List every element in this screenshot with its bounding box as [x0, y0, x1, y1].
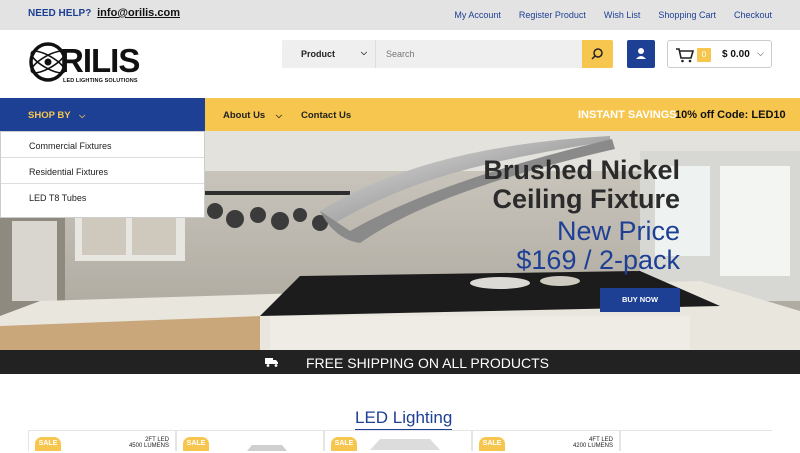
dropdown-item-commercial-fixtures[interactable]: Commercial Fixtures	[1, 132, 204, 158]
dropdown-item-residential-fixtures[interactable]: Residential Fixtures	[1, 158, 204, 184]
account-links: My Account Register Product Wish List Sh…	[454, 10, 772, 20]
search-input[interactable]	[386, 46, 576, 62]
hero-title-line-2: Ceiling Fixture	[492, 184, 680, 214]
top-bar: NEED HELP? info@orilis.com My Account Re…	[0, 0, 800, 30]
product-grid: SALE 2FT LED 4500 LUMENS SALE SALE SALE …	[28, 430, 772, 451]
hero-price-line-2: $169 / 2-pack	[516, 245, 680, 275]
shop-by-dropdown: Commercial Fixtures Residential Fixtures…	[0, 131, 205, 218]
product-image-label-line-2: 4500 LUMENS	[128, 443, 169, 449]
nav-about-us[interactable]: About Us ⌵	[223, 110, 282, 121]
product-card[interactable]: SALE	[324, 431, 472, 451]
sale-badge: SALE	[479, 437, 505, 451]
hero-title-line-1: Brushed Nickel	[483, 155, 680, 185]
instant-savings-label: INSTANT SAVINGS	[578, 109, 677, 121]
email-link[interactable]: info@orilis.com	[97, 7, 180, 19]
main-nav: SHOP BY ⌵ About Us ⌵ Contact Us INSTANT …	[0, 98, 800, 131]
hero-title: Brushed Nickel Ceiling Fixture	[380, 156, 680, 214]
product-card[interactable]: SALE 4FT LED 4200 LUMENS	[472, 431, 620, 451]
dropdown-item-led-t8-tubes[interactable]: LED T8 Tubes	[1, 184, 204, 210]
need-help: NEED HELP? info@orilis.com	[28, 7, 180, 19]
account-button[interactable]	[627, 40, 655, 68]
shopping-cart-link[interactable]: Shopping Cart	[658, 10, 716, 20]
product-image	[370, 439, 440, 450]
cart-count-badge: 0	[697, 48, 711, 62]
product-image-label-line-2: 4200 LUMENS	[572, 443, 613, 449]
section-title: LED Lighting	[355, 408, 453, 431]
logo-wordmark: RILIS	[60, 42, 140, 79]
product-image-label: 4FT LED 4200 LUMENS	[573, 437, 613, 449]
product-image	[247, 445, 287, 451]
need-help-label: NEED HELP?	[28, 8, 92, 19]
search-bar: Product ⌵	[282, 40, 613, 68]
product-image-label: 2FT LED 4500 LUMENS	[129, 437, 169, 449]
nav-contact-us[interactable]: Contact Us	[301, 110, 351, 121]
search-icon	[591, 48, 603, 60]
buy-now-button[interactable]: BUY NOW	[600, 288, 680, 312]
my-account-link[interactable]: My Account	[454, 10, 501, 20]
shipping-text: FREE SHIPPING ON ALL PRODUCTS	[306, 355, 549, 371]
nav-about-us-label: About Us	[223, 110, 266, 121]
wish-list-link[interactable]: Wish List	[604, 10, 641, 20]
search-category-value: Product	[301, 49, 336, 59]
shipping-banner: FREE SHIPPING ON ALL PRODUCTS	[0, 350, 800, 374]
chevron-down-icon: ⌵	[757, 48, 764, 58]
cart-total: $ 0.00	[722, 49, 750, 60]
sale-badge: SALE	[331, 437, 357, 451]
chevron-down-icon: ⌵	[79, 111, 86, 120]
sale-badge: SALE	[35, 437, 61, 451]
cart-icon	[676, 48, 695, 63]
truck-icon	[265, 358, 278, 367]
promo-code: 10% off Code: LED10	[675, 109, 786, 121]
logo-tagline: LED LIGHTING SOLUTIONS	[63, 78, 138, 84]
mini-cart[interactable]: 0 $ 0.00 ⌵	[667, 40, 772, 68]
shop-by-label: SHOP BY	[28, 110, 71, 121]
product-card[interactable]: SALE	[176, 431, 324, 451]
hero-price: New Price $169 / 2-pack	[360, 217, 680, 275]
register-product-link[interactable]: Register Product	[519, 10, 586, 20]
search-button[interactable]	[582, 40, 613, 68]
product-card[interactable]	[620, 431, 772, 451]
user-icon	[636, 48, 646, 59]
product-card[interactable]: SALE 2FT LED 4500 LUMENS	[28, 431, 176, 451]
sale-badge: SALE	[183, 437, 209, 451]
hero-price-line-1: New Price	[556, 216, 680, 246]
checkout-link[interactable]: Checkout	[734, 10, 772, 20]
header: RILIS LED LIGHTING SOLUTIONS Product ⌵ 0…	[0, 30, 800, 98]
search-category-select[interactable]: Product ⌵	[282, 40, 376, 68]
logo[interactable]: RILIS LED LIGHTING SOLUTIONS	[28, 39, 140, 89]
chevron-down-icon: ⌵	[360, 48, 367, 57]
chevron-down-icon: ⌵	[275, 111, 282, 120]
shop-by-menu[interactable]: SHOP BY ⌵	[0, 98, 205, 131]
